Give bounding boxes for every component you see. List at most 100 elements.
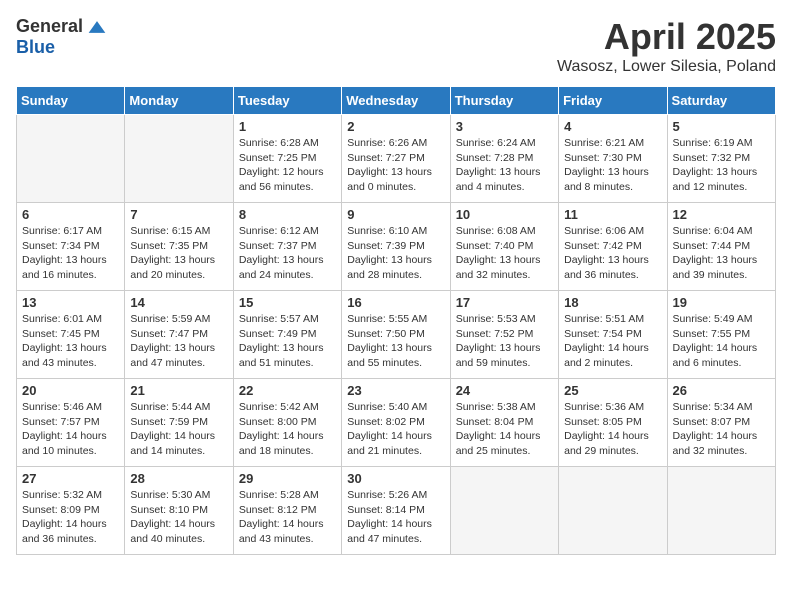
calendar-cell: 30 Sunrise: 5:26 AMSunset: 8:14 PMDayligh…: [342, 467, 450, 555]
day-detail: Sunrise: 6:04 AMSunset: 7:44 PMDaylight:…: [673, 224, 770, 283]
day-detail: Sunrise: 5:38 AMSunset: 8:04 PMDaylight:…: [456, 400, 553, 459]
calendar-cell: 5Sunrise: 6:19 AMSunset: 7:32 PMDaylight…: [667, 115, 775, 203]
calendar-cell: 1 Sunrise: 6:28 AMSunset: 7:25 PMDaylight…: [233, 115, 341, 203]
header-row: SundayMondayTuesdayWednesdayThursdayFrid…: [17, 87, 776, 115]
calendar-cell: 22 Sunrise: 5:42 AMSunset: 8:00 PMDayligh…: [233, 379, 341, 467]
day-number: 15: [239, 295, 336, 310]
calendar-cell: 28 Sunrise: 5:30 AMSunset: 8:10 PMDayligh…: [125, 467, 233, 555]
logo-icon: [87, 17, 107, 37]
day-number: 22: [239, 383, 336, 398]
calendar-cell: 20Sunrise: 5:46 AMSunset: 7:57 PMDayligh…: [17, 379, 125, 467]
day-number: 3: [456, 119, 553, 134]
calendar-cell: 13Sunrise: 6:01 AMSunset: 7:45 PMDayligh…: [17, 291, 125, 379]
day-number: 10: [456, 207, 553, 222]
day-number: 9: [347, 207, 444, 222]
calendar-cell: 2 Sunrise: 6:26 AMSunset: 7:27 PMDaylight…: [342, 115, 450, 203]
day-detail: Sunrise: 6:19 AMSunset: 7:32 PMDaylight:…: [673, 136, 770, 195]
day-detail: Sunrise: 5:55 AMSunset: 7:50 PMDaylight:…: [347, 312, 444, 371]
calendar-cell: 27 Sunrise: 5:32 AMSunset: 8:09 PMDayligh…: [17, 467, 125, 555]
day-detail: Sunrise: 5:51 AMSunset: 7:54 PMDaylight:…: [564, 312, 661, 371]
day-detail: Sunrise: 5:49 AMSunset: 7:55 PMDaylight:…: [673, 312, 770, 371]
calendar-cell: 8 Sunrise: 6:12 AMSunset: 7:37 PMDaylight…: [233, 203, 341, 291]
day-number: 11: [564, 207, 661, 222]
day-number: 16: [347, 295, 444, 310]
calendar-cell: 9 Sunrise: 6:10 AMSunset: 7:39 PMDaylight…: [342, 203, 450, 291]
calendar-cell: [667, 467, 775, 555]
weekday-header: Sunday: [17, 87, 125, 115]
logo-blue: Blue: [16, 37, 55, 58]
day-detail: Sunrise: 5:57 AMSunset: 7:49 PMDaylight:…: [239, 312, 336, 371]
day-number: 28: [130, 471, 227, 486]
day-number: 18: [564, 295, 661, 310]
day-detail: Sunrise: 5:32 AMSunset: 8:09 PMDaylight:…: [22, 488, 119, 547]
day-number: 14: [130, 295, 227, 310]
day-number: 1: [239, 119, 336, 134]
calendar-week-row: 20Sunrise: 5:46 AMSunset: 7:57 PMDayligh…: [17, 379, 776, 467]
title-area: April 2025 Wasosz, Lower Silesia, Poland: [557, 16, 776, 76]
day-number: 29: [239, 471, 336, 486]
day-detail: Sunrise: 6:24 AMSunset: 7:28 PMDaylight:…: [456, 136, 553, 195]
calendar-cell: 26 Sunrise: 5:34 AMSunset: 8:07 PMDayligh…: [667, 379, 775, 467]
calendar-cell: 23 Sunrise: 5:40 AMSunset: 8:02 PMDayligh…: [342, 379, 450, 467]
calendar-week-row: 6Sunrise: 6:17 AMSunset: 7:34 PMDaylight…: [17, 203, 776, 291]
weekday-header: Saturday: [667, 87, 775, 115]
day-detail: Sunrise: 6:15 AMSunset: 7:35 PMDaylight:…: [130, 224, 227, 283]
day-detail: Sunrise: 5:28 AMSunset: 8:12 PMDaylight:…: [239, 488, 336, 547]
day-detail: Sunrise: 6:10 AMSunset: 7:39 PMDaylight:…: [347, 224, 444, 283]
calendar-cell: 15 Sunrise: 5:57 AMSunset: 7:49 PMDayligh…: [233, 291, 341, 379]
day-detail: Sunrise: 5:36 AMSunset: 8:05 PMDaylight:…: [564, 400, 661, 459]
calendar-cell: 25 Sunrise: 5:36 AMSunset: 8:05 PMDayligh…: [559, 379, 667, 467]
weekday-header: Thursday: [450, 87, 558, 115]
day-detail: Sunrise: 6:12 AMSunset: 7:37 PMDaylight:…: [239, 224, 336, 283]
day-detail: Sunrise: 6:08 AMSunset: 7:40 PMDaylight:…: [456, 224, 553, 283]
calendar-cell: 18 Sunrise: 5:51 AMSunset: 7:54 PMDayligh…: [559, 291, 667, 379]
calendar-cell: 7Sunrise: 6:15 AMSunset: 7:35 PMDaylight…: [125, 203, 233, 291]
day-detail: Sunrise: 5:44 AMSunset: 7:59 PMDaylight:…: [130, 400, 227, 459]
calendar-cell: [450, 467, 558, 555]
calendar-cell: [125, 115, 233, 203]
weekday-header: Friday: [559, 87, 667, 115]
day-number: 2: [347, 119, 444, 134]
day-number: 8: [239, 207, 336, 222]
location-title: Wasosz, Lower Silesia, Poland: [557, 58, 776, 76]
day-number: 19: [673, 295, 770, 310]
day-number: 21: [130, 383, 227, 398]
calendar-cell: 16 Sunrise: 5:55 AMSunset: 7:50 PMDayligh…: [342, 291, 450, 379]
calendar-cell: 11 Sunrise: 6:06 AMSunset: 7:42 PMDayligh…: [559, 203, 667, 291]
day-number: 27: [22, 471, 119, 486]
day-number: 25: [564, 383, 661, 398]
calendar-cell: [17, 115, 125, 203]
day-detail: Sunrise: 5:42 AMSunset: 8:00 PMDaylight:…: [239, 400, 336, 459]
day-detail: Sunrise: 5:53 AMSunset: 7:52 PMDaylight:…: [456, 312, 553, 371]
day-number: 17: [456, 295, 553, 310]
calendar-week-row: 1 Sunrise: 6:28 AMSunset: 7:25 PMDaylight…: [17, 115, 776, 203]
weekday-header: Tuesday: [233, 87, 341, 115]
logo: General Blue: [16, 16, 107, 58]
day-detail: Sunrise: 5:30 AMSunset: 8:10 PMDaylight:…: [130, 488, 227, 547]
day-detail: Sunrise: 5:26 AMSunset: 8:14 PMDaylight:…: [347, 488, 444, 547]
day-detail: Sunrise: 5:40 AMSunset: 8:02 PMDaylight:…: [347, 400, 444, 459]
day-number: 23: [347, 383, 444, 398]
calendar-cell: 12 Sunrise: 6:04 AMSunset: 7:44 PMDayligh…: [667, 203, 775, 291]
day-detail: Sunrise: 5:59 AMSunset: 7:47 PMDaylight:…: [130, 312, 227, 371]
day-number: 20: [22, 383, 119, 398]
calendar-cell: 29 Sunrise: 5:28 AMSunset: 8:12 PMDayligh…: [233, 467, 341, 555]
day-number: 4: [564, 119, 661, 134]
weekday-header: Wednesday: [342, 87, 450, 115]
calendar-cell: 6Sunrise: 6:17 AMSunset: 7:34 PMDaylight…: [17, 203, 125, 291]
month-title: April 2025: [557, 16, 776, 58]
header: General Blue April 2025 Wasosz, Lower Si…: [16, 16, 776, 76]
day-number: 26: [673, 383, 770, 398]
day-number: 12: [673, 207, 770, 222]
day-detail: Sunrise: 5:34 AMSunset: 8:07 PMDaylight:…: [673, 400, 770, 459]
calendar-week-row: 27 Sunrise: 5:32 AMSunset: 8:09 PMDayligh…: [17, 467, 776, 555]
day-detail: Sunrise: 6:28 AMSunset: 7:25 PMDaylight:…: [239, 136, 336, 195]
calendar-cell: 3 Sunrise: 6:24 AMSunset: 7:28 PMDaylight…: [450, 115, 558, 203]
calendar-cell: 4 Sunrise: 6:21 AMSunset: 7:30 PMDaylight…: [559, 115, 667, 203]
logo-general: General: [16, 16, 83, 37]
day-detail: Sunrise: 6:06 AMSunset: 7:42 PMDaylight:…: [564, 224, 661, 283]
day-detail: Sunrise: 6:26 AMSunset: 7:27 PMDaylight:…: [347, 136, 444, 195]
day-detail: Sunrise: 6:21 AMSunset: 7:30 PMDaylight:…: [564, 136, 661, 195]
day-number: 30: [347, 471, 444, 486]
day-number: 24: [456, 383, 553, 398]
